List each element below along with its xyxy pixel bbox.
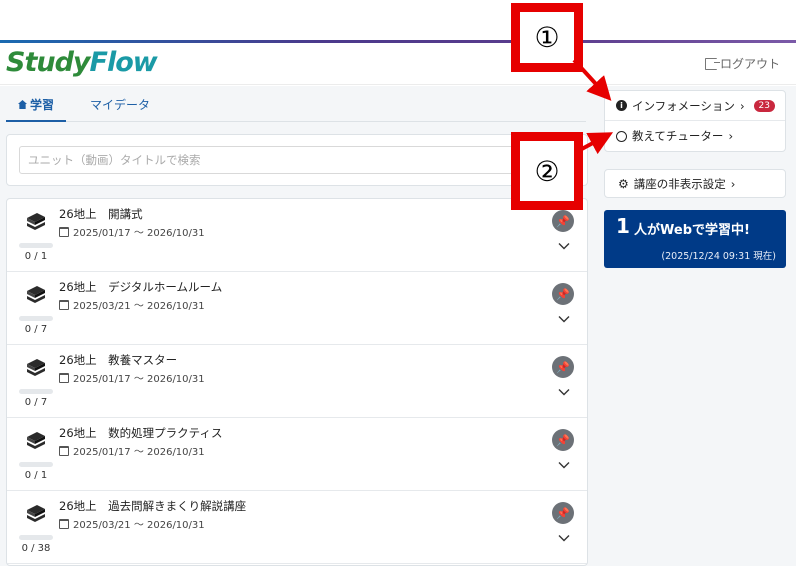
logo-study-text: Study — [6, 47, 91, 78]
tutor-label: 教えてチューター — [632, 129, 724, 143]
logo-flow-text: Flow — [89, 47, 158, 78]
course-date-text: 2025/01/17 ～ 2026/10/31 — [73, 447, 205, 458]
calendar-icon — [59, 299, 69, 310]
pin-button[interactable]: 📌 — [552, 502, 574, 524]
logout-icon — [704, 57, 720, 70]
chevron-right-icon: › — [739, 98, 745, 113]
live-text: 人がWebで学習中! — [634, 223, 750, 238]
course-row[interactable]: 0 / 7 26地上 教養マスター 2025/01/17 ～ 2026/10/3… — [7, 345, 587, 418]
course-list: 0 / 1 26地上 開講式 2025/01/17 ～ 2026/10/31 📌… — [6, 198, 588, 566]
progress-count: 0 / 7 — [24, 397, 48, 408]
course-date-text: 2025/01/17 ～ 2026/10/31 — [73, 228, 205, 239]
pin-button[interactable]: 📌 — [552, 356, 574, 378]
callout-2: ② — [511, 132, 583, 210]
progress-count: 0 / 1 — [24, 251, 48, 262]
gear-icon: ⚙ — [618, 176, 629, 191]
home-icon — [18, 100, 27, 109]
tab-learn[interactable]: 学習 — [18, 96, 54, 113]
progress-count: 0 / 38 — [21, 543, 51, 554]
live-time: (2025/12/24 09:31 現在) — [661, 251, 776, 262]
course-date: 2025/03/21 ～ 2026/10/31 — [59, 297, 205, 312]
course-date-text: 2025/03/21 ～ 2026/10/31 — [73, 301, 205, 312]
book-icon — [27, 432, 45, 449]
course-row[interactable]: 0 / 1 26地上 開講式 2025/01/17 ～ 2026/10/31 📌 — [7, 199, 587, 272]
callout-2-number: ② — [534, 154, 560, 188]
information-badge: 23 — [753, 99, 775, 112]
book-icon — [27, 359, 45, 376]
tutor-link[interactable]: 教えてチューター › — [605, 121, 785, 151]
book-icon — [27, 213, 45, 230]
pin-button[interactable]: 📌 — [552, 429, 574, 451]
search-input[interactable]: ユニット（動画）タイトルで検索 — [19, 146, 519, 174]
live-count: 1 — [616, 214, 630, 238]
tab-bar: 学習 マイデータ — [6, 90, 586, 122]
chevron-down-icon[interactable] — [558, 532, 570, 544]
course-date-text: 2025/01/17 ～ 2026/10/31 — [73, 374, 205, 385]
chevron-down-icon[interactable] — [558, 240, 570, 252]
pin-button[interactable]: 📌 — [552, 210, 574, 232]
search-card: ユニット（動画）タイトルで検索 — [6, 134, 588, 186]
progress-count: 0 / 1 — [24, 470, 48, 481]
chevron-down-icon[interactable] — [558, 313, 570, 325]
progress-bar — [19, 462, 53, 467]
chevron-down-icon[interactable] — [558, 386, 570, 398]
tab-learn-label: 学習 — [30, 98, 55, 112]
chat-icon — [616, 130, 627, 142]
callout-1: ① — [511, 3, 583, 72]
progress-bar — [19, 316, 53, 321]
tab-mydata-label: マイデータ — [90, 98, 151, 112]
callout-1-number: ① — [534, 21, 560, 54]
information-label: インフォメーション — [632, 98, 735, 113]
tab-mydata[interactable]: マイデータ — [90, 96, 150, 113]
calendar-icon — [59, 226, 69, 237]
course-date: 2025/01/17 ～ 2026/10/31 — [59, 443, 205, 458]
active-tab-indicator — [6, 120, 66, 122]
live-learners-card: 1 人がWebで学習中! (2025/12/24 09:31 現在) — [604, 210, 786, 268]
course-date: 2025/03/21 ～ 2026/10/31 — [59, 516, 205, 531]
calendar-icon — [59, 445, 69, 456]
logout-label: ログアウト — [719, 57, 780, 71]
info-card: i インフォメーション › 23 教えてチューター › — [604, 90, 786, 152]
studyflow-logo[interactable]: StudyFlow — [6, 47, 158, 78]
pin-icon: 📌 — [556, 360, 570, 374]
calendar-icon — [59, 518, 69, 529]
progress-bar — [19, 389, 53, 394]
chevron-right-icon: › — [728, 129, 734, 143]
pin-button[interactable]: 📌 — [552, 283, 574, 305]
calendar-icon — [59, 372, 69, 383]
information-link[interactable]: i インフォメーション › 23 — [605, 91, 785, 121]
pin-icon: 📌 — [556, 214, 570, 228]
progress-count: 0 / 7 — [24, 324, 48, 335]
course-row[interactable]: 0 / 38 26地上 過去問解きまくり解説講座 2025/03/21 ～ 20… — [7, 491, 587, 564]
hide-settings-label: 講座の非表示設定 — [633, 176, 726, 191]
course-title[interactable]: 26地上 デジタルホームルーム — [59, 279, 222, 295]
course-date: 2025/01/17 ～ 2026/10/31 — [59, 224, 205, 239]
progress-bar — [19, 535, 53, 540]
course-title[interactable]: 26地上 教養マスター — [59, 352, 177, 368]
progress-bar — [19, 243, 53, 248]
chevron-down-icon[interactable] — [558, 459, 570, 471]
info-icon: i — [616, 100, 627, 111]
course-date: 2025/01/17 ～ 2026/10/31 — [59, 370, 205, 385]
app-header: StudyFlow ログアウト — [0, 43, 796, 85]
course-title[interactable]: 26地上 過去問解きまくり解説講座 — [59, 498, 246, 514]
pin-icon: 📌 — [556, 433, 570, 447]
book-icon — [27, 505, 45, 522]
book-icon — [27, 286, 45, 303]
app-root: StudyFlow ログアウト 学習 マイデータ ユニット（動画）タイトルで検索… — [0, 0, 796, 566]
course-row[interactable]: 0 / 7 26地上 デジタルホームルーム 2025/03/21 ～ 2026/… — [7, 272, 587, 345]
pin-icon: 📌 — [556, 506, 570, 520]
course-date-text: 2025/03/21 ～ 2026/10/31 — [73, 520, 205, 531]
course-title[interactable]: 26地上 開講式 — [59, 206, 143, 222]
logout-button[interactable]: ログアウト — [704, 55, 780, 72]
chevron-right-icon: › — [730, 176, 736, 191]
course-title[interactable]: 26地上 数的処理プラクティス — [59, 425, 222, 441]
course-row[interactable]: 0 / 1 26地上 数的処理プラクティス 2025/01/17 ～ 2026/… — [7, 418, 587, 491]
pin-icon: 📌 — [556, 287, 570, 301]
hide-settings-link[interactable]: ⚙ 講座の非表示設定 › — [604, 169, 786, 198]
